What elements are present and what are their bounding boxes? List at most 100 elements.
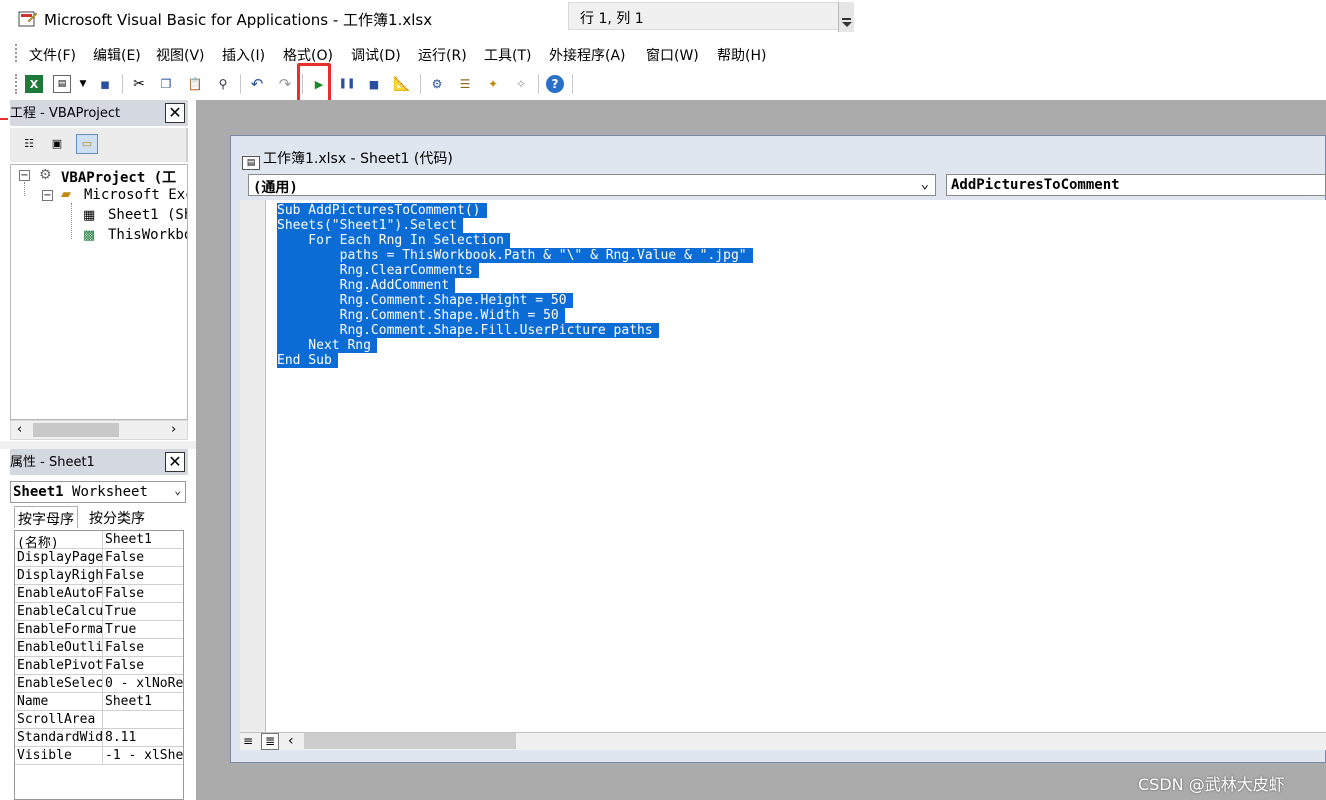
property-row[interactable]: Name Sheet1 bbox=[15, 693, 183, 711]
property-row[interactable]: EnablePivotTableFalse bbox=[15, 657, 183, 675]
menu-grip[interactable] bbox=[15, 44, 17, 62]
property-value[interactable]: -1 - xlSheetVisible bbox=[105, 748, 183, 763]
code-line[interactable]: End Sub bbox=[277, 353, 338, 368]
property-row[interactable]: DisplayRightToLeftFalse bbox=[15, 567, 183, 585]
toolbox-icon[interactable]: ✧ bbox=[512, 75, 530, 93]
property-value[interactable]: 0 - xlNoRestrictions bbox=[105, 676, 183, 691]
undo-icon[interactable]: ↶ bbox=[248, 75, 266, 93]
chevron-down-icon[interactable]: ⌄ bbox=[921, 176, 929, 192]
tree-item-vbaproject[interactable]: VBAProject (工 bbox=[61, 167, 176, 187]
property-row[interactable]: EnableAutoFilterFalse bbox=[15, 585, 183, 603]
scroll-left-icon[interactable]: ‹ bbox=[288, 733, 294, 749]
code-line[interactable]: Rng.AddComment bbox=[277, 278, 456, 293]
view-code-icon[interactable]: ☷ bbox=[18, 134, 40, 154]
view-excel-icon[interactable]: X bbox=[25, 75, 43, 93]
property-value[interactable]: False bbox=[105, 550, 183, 565]
break-icon[interactable]: ❚❚ bbox=[338, 75, 356, 93]
scroll-left-icon[interactable]: ‹ bbox=[17, 422, 22, 437]
collapse-icon[interactable]: − bbox=[42, 190, 53, 201]
properties-window-icon[interactable]: ☰ bbox=[456, 75, 474, 93]
toolbar-grip[interactable] bbox=[15, 74, 17, 94]
view-object-icon[interactable]: ▣ bbox=[46, 134, 68, 154]
code-line[interactable]: Rng.Comment.Shape.Height = 50 bbox=[277, 293, 573, 308]
menu-run[interactable]: 运行(R) bbox=[418, 45, 467, 65]
reset-icon[interactable]: ■ bbox=[365, 75, 383, 93]
menu-bar: 文件(F) 编辑(E) 视图(V) 插入(I) 格式(O) 调试(D) 运行(R… bbox=[10, 38, 1326, 68]
code-line[interactable]: Rng.ClearComments bbox=[277, 263, 479, 278]
paste-icon[interactable]: 📋 bbox=[186, 75, 204, 93]
code-line[interactable]: Sheets("Sheet1").Select bbox=[277, 218, 464, 233]
code-line[interactable]: paths = ThisWorkbook.Path & "\" & Rng.Va… bbox=[277, 248, 753, 263]
tab-categorized[interactable]: 按分类序 bbox=[86, 506, 148, 528]
design-mode-icon[interactable]: 📐 bbox=[393, 75, 411, 93]
tab-alphabetic[interactable]: 按字母序 bbox=[14, 506, 78, 528]
menu-view[interactable]: 视图(V) bbox=[156, 45, 205, 65]
collapse-icon[interactable]: − bbox=[19, 170, 30, 181]
cut-icon[interactable]: ✂ bbox=[130, 75, 148, 93]
property-value[interactable]: False bbox=[105, 586, 183, 601]
code-line[interactable]: Sub AddPicturesToComment() bbox=[277, 203, 487, 218]
menu-debug[interactable]: 调试(D) bbox=[351, 45, 401, 65]
property-value[interactable]: False bbox=[105, 640, 183, 655]
object-browser-icon[interactable]: ✦ bbox=[484, 75, 502, 93]
code-line[interactable]: For Each Rng In Selection bbox=[277, 233, 510, 248]
property-value[interactable]: False bbox=[105, 658, 183, 673]
property-name: EnableCalculation bbox=[17, 604, 103, 619]
property-value[interactable]: Sheet1 bbox=[105, 694, 183, 709]
menu-window[interactable]: 窗口(W) bbox=[646, 45, 699, 65]
menu-format[interactable]: 格式(O) bbox=[283, 45, 333, 65]
dropdown-arrow-icon[interactable]: ▼ bbox=[74, 75, 92, 93]
menu-file[interactable]: 文件(F) bbox=[29, 45, 76, 65]
code-line[interactable]: Rng.Comment.Shape.Fill.UserPicture paths bbox=[277, 323, 659, 338]
project-explorer-icon[interactable]: ⚙ bbox=[428, 75, 446, 93]
menu-help[interactable]: 帮助(H) bbox=[717, 45, 766, 65]
properties-pane-close-icon[interactable]: ✕ bbox=[165, 452, 185, 472]
property-row[interactable]: ScrollArea bbox=[15, 711, 183, 729]
property-value[interactable]: 8.11 bbox=[105, 730, 183, 745]
code-hscroll-thumb[interactable] bbox=[304, 733, 516, 749]
full-module-view-icon[interactable]: ≣ bbox=[261, 733, 279, 750]
project-hscrollbar[interactable]: ‹ › bbox=[10, 420, 188, 440]
scroll-thumb[interactable] bbox=[33, 423, 119, 437]
menu-insert[interactable]: 插入(I) bbox=[222, 45, 265, 65]
property-row[interactable]: EnableSelection0 - xlNoRestrictions bbox=[15, 675, 183, 693]
property-row[interactable]: EnableOutliningFalse bbox=[15, 639, 183, 657]
toggle-folders-icon[interactable]: ▭ bbox=[76, 134, 98, 154]
property-row[interactable]: EnableCalculationTrue bbox=[15, 603, 183, 621]
property-value[interactable]: Sheet1 bbox=[105, 532, 183, 547]
property-value[interactable]: True bbox=[105, 622, 183, 637]
property-row[interactable]: EnableFormatConditionsCalculationTrue bbox=[15, 621, 183, 639]
procedure-combobox[interactable]: AddPicturesToComment bbox=[946, 174, 1326, 196]
pane-splitter[interactable] bbox=[0, 441, 196, 449]
menu-edit[interactable]: 编辑(E) bbox=[93, 45, 141, 65]
code-margin[interactable] bbox=[240, 200, 266, 732]
project-pane-close-icon[interactable]: ✕ bbox=[165, 103, 185, 123]
menu-tools[interactable]: 工具(T) bbox=[484, 45, 531, 65]
insert-module-icon[interactable]: ▤ bbox=[53, 75, 71, 93]
tree-item-sheet1[interactable]: Sheet1 (Sh bbox=[108, 207, 187, 223]
object-combobox[interactable]: (通用) ⌄ bbox=[248, 174, 936, 196]
toolbar-separator bbox=[538, 74, 539, 94]
property-row[interactable]: StandardWidth8.11 bbox=[15, 729, 183, 747]
help-icon[interactable]: ? bbox=[546, 75, 564, 93]
scroll-right-icon[interactable]: › bbox=[171, 422, 176, 437]
code-line[interactable]: Next Rng bbox=[277, 338, 377, 353]
object-selector[interactable]: Sheet1 Worksheet ⌄ bbox=[10, 481, 186, 503]
menu-addins[interactable]: 外接程序(A) bbox=[549, 45, 626, 65]
property-row[interactable]: (名称) Sheet1 bbox=[15, 531, 183, 551]
property-row[interactable]: DisplayPageBreaksFalse bbox=[15, 549, 183, 567]
redo-icon[interactable]: ↷ bbox=[276, 75, 294, 93]
procedure-view-icon[interactable]: ≡ bbox=[243, 734, 253, 748]
property-value[interactable]: False bbox=[105, 568, 183, 583]
property-value[interactable]: True bbox=[105, 604, 183, 619]
tree-item-thisworkbook[interactable]: ThisWorkbo bbox=[108, 227, 187, 243]
find-icon[interactable]: ⚲ bbox=[214, 75, 232, 93]
save-icon[interactable]: ▪ bbox=[96, 75, 114, 93]
property-row[interactable]: Visible -1 - xlSheetVisible bbox=[15, 747, 183, 765]
tree-item-excel-objects[interactable]: Microsoft Exc bbox=[84, 187, 187, 203]
code-line[interactable]: Rng.Comment.Shape.Width = 50 bbox=[277, 308, 565, 323]
copy-icon[interactable]: ❐ bbox=[157, 75, 175, 93]
toolbar-overflow-chevron-icon[interactable] bbox=[838, 2, 854, 32]
chevron-down-icon[interactable]: ⌄ bbox=[174, 484, 181, 497]
property-name: Name bbox=[17, 694, 49, 709]
